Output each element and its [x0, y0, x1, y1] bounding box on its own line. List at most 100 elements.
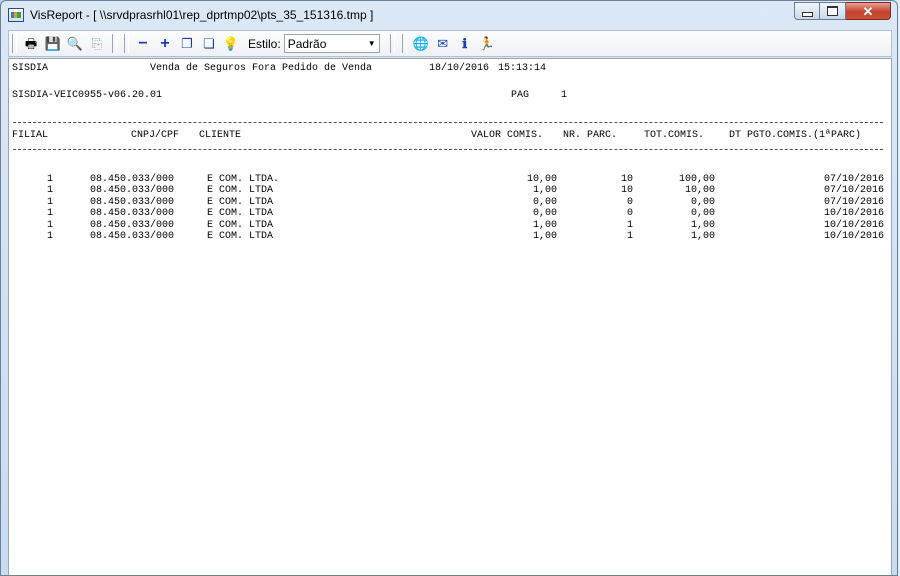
style-button[interactable]: 💡 — [221, 34, 241, 54]
cell-tot: 1,00 — [690, 231, 715, 242]
copy-all-button[interactable]: ❏ — [199, 34, 219, 54]
cell-dt: 10/10/2016 — [823, 231, 884, 242]
copy-icon: ❐ — [181, 36, 193, 51]
print-icon: 🖶 — [24, 36, 38, 51]
caption-buttons: ✕ — [794, 2, 891, 20]
minimize-icon — [801, 12, 813, 17]
cell-valor: 1,00 — [532, 219, 557, 231]
cell-cnpj: 08.450.033/000 — [90, 219, 175, 231]
title-bar[interactable]: VisReport - [ \\srvdprasrhl01\rep_dprtmp… — [1, 1, 897, 29]
exit-icon: 🏃 — [478, 36, 495, 51]
print-button[interactable]: 🖶 — [21, 34, 41, 54]
mail-button[interactable]: ✉ — [433, 34, 453, 54]
cell-cnpj: 08.450.033/000 — [90, 231, 175, 242]
toolbar-grip[interactable] — [12, 34, 17, 53]
visreport-window: VisReport - [ \\srvdprasrhl01\rep_dprtmp… — [0, 0, 898, 576]
toolbar-grip[interactable] — [124, 34, 129, 53]
divider — [13, 122, 883, 123]
col-cliente: CLIENTE — [199, 130, 242, 141]
cell-cnpj: 08.450.033/000 — [90, 196, 175, 208]
close-button[interactable]: ✕ — [846, 2, 891, 20]
window-title: VisReport - [ \\srvdprasrhl01\rep_dprtmp… — [30, 8, 374, 22]
cell-filial: 1 — [47, 185, 54, 197]
col-nr-parc: NR. PARC. — [563, 130, 618, 141]
cell-dt: 10/10/2016 — [823, 208, 884, 220]
cell-cnpj: 08.450.033/000 — [90, 185, 175, 197]
cell-nr-parc: 1 — [626, 231, 633, 242]
export-button[interactable]: ⎘ — [87, 34, 107, 54]
report-view[interactable]: SISDIA Venda de Seguros Fora Pedido de V… — [8, 58, 892, 575]
maximize-icon — [827, 6, 838, 16]
cell-filial: 1 — [47, 208, 54, 220]
cell-nr-parc: 10 — [620, 185, 633, 197]
exit-button[interactable]: 🏃 — [477, 34, 497, 54]
save-button[interactable]: 💾 — [43, 34, 63, 54]
report-title: Venda de Seguros Fora Pedido de Venda — [150, 63, 373, 74]
report-date: 18/10/2016 — [429, 63, 490, 74]
col-cnpj: CNPJ/CPF — [131, 130, 180, 141]
cell-nr-parc: 10 — [620, 174, 633, 185]
cell-tot: 100,00 — [678, 174, 715, 185]
zoom-in-button[interactable]: + — [155, 34, 175, 54]
search-icon: 🔍 — [66, 36, 84, 51]
cell-filial: 1 — [47, 231, 54, 242]
cell-dt: 10/10/2016 — [823, 219, 884, 231]
cell-nr-parc: 0 — [626, 196, 633, 208]
estilo-label: Estilo: — [248, 36, 281, 51]
cell-dt: 07/10/2016 — [823, 185, 884, 197]
cell-cliente: E COM. LTDA — [207, 231, 274, 242]
estilo-value: Padrão — [287, 36, 327, 51]
cell-cliente: E COM. LTDA — [207, 185, 274, 197]
report-time: 15:13:14 — [498, 63, 547, 74]
zoom-out-button[interactable]: − — [133, 34, 153, 54]
cell-valor: 0,00 — [532, 208, 557, 220]
cell-cliente: E COM. LTDA — [207, 219, 274, 231]
chevron-down-icon: ▼ — [367, 39, 376, 48]
copy-button[interactable]: ❐ — [177, 34, 197, 54]
estilo-select[interactable]: Padrão ▼ — [283, 34, 380, 53]
app-icon[interactable] — [8, 8, 24, 22]
maximize-button[interactable] — [820, 2, 846, 20]
cell-cliente: E COM. LTDA — [207, 196, 274, 208]
toolbar-grip[interactable] — [401, 34, 407, 53]
cell-tot: 1,00 — [690, 219, 715, 231]
col-dt: DT PGTO.COMIS.(1ªPARC) — [729, 130, 862, 141]
web-button[interactable]: 🌐 — [411, 34, 431, 54]
col-tot: TOT.COMIS. — [644, 130, 705, 141]
mail-icon: ✉ — [437, 36, 449, 51]
search-button[interactable]: 🔍 — [65, 34, 85, 54]
toolbar-separator — [112, 34, 117, 53]
copy-all-icon: ❏ — [203, 36, 215, 51]
cell-tot: 0,00 — [690, 196, 715, 208]
page-label: PAG — [511, 90, 530, 101]
cell-valor: 10,00 — [526, 174, 557, 185]
cell-valor: 1,00 — [532, 185, 557, 197]
export-icon: ⎘ — [91, 36, 103, 51]
zoom-out-icon: − — [138, 34, 148, 52]
save-icon: 💾 — [44, 36, 62, 51]
cell-nr-parc: 0 — [626, 208, 633, 220]
cell-filial: 1 — [47, 174, 54, 185]
toolbar: 🖶 💾 🔍 ⎘ − + ❐ ❏ 💡 Estilo: Padrão ▼ 🌐 ✉ ℹ… — [8, 30, 892, 57]
report-system: SISDIA — [12, 63, 49, 74]
zoom-in-icon: + — [160, 34, 170, 52]
cell-valor: 1,00 — [532, 231, 557, 242]
toolbar-separator — [389, 34, 395, 53]
cell-cnpj: 08.450.033/000 — [90, 208, 175, 220]
cell-valor: 0,00 — [532, 196, 557, 208]
cell-dt: 07/10/2016 — [823, 196, 884, 208]
close-icon: ✕ — [862, 3, 874, 19]
divider — [13, 149, 883, 150]
cell-cliente: E COM. LTDA. — [207, 174, 280, 185]
info-icon: ℹ — [462, 36, 468, 51]
bulb-icon: 💡 — [222, 36, 240, 51]
page-number: 1 — [561, 90, 568, 101]
minimize-button[interactable] — [794, 2, 820, 20]
col-valor: VALOR COMIS. — [471, 130, 544, 141]
report-program: SISDIA-VEIC0955-v06.20.01 — [12, 90, 163, 101]
cell-tot: 10,00 — [684, 185, 715, 197]
cell-filial: 1 — [47, 196, 54, 208]
col-filial: FILIAL — [12, 130, 49, 141]
cell-cliente: E COM. LTDA — [207, 208, 274, 220]
info-button[interactable]: ℹ — [455, 34, 475, 54]
